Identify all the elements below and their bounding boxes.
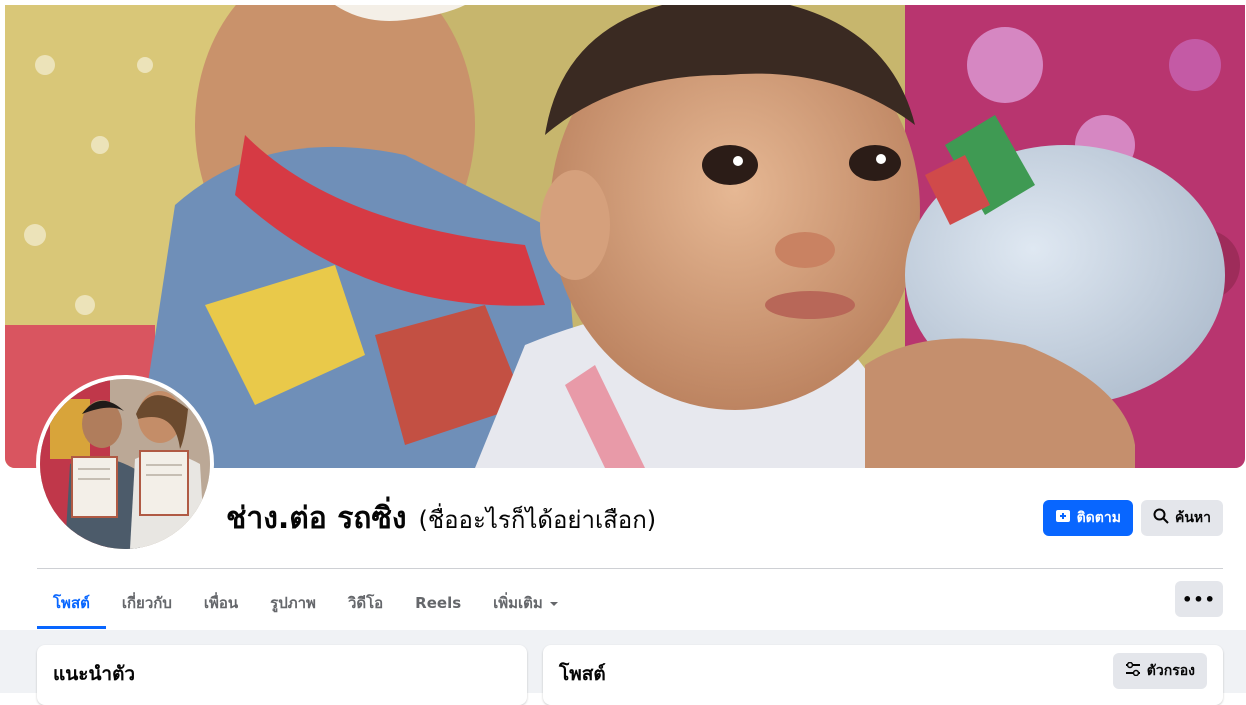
search-icon	[1153, 508, 1169, 528]
tab-label: เพื่อน	[203, 594, 239, 612]
posts-card-title: โพสต์	[559, 663, 606, 685]
tab-about[interactable]: เกี่ยวกับ	[106, 580, 188, 626]
tab-reels[interactable]: Reels	[399, 580, 477, 626]
profile-name-row: ช่าง.ต่อ รถซิ่ง (ชื่ออะไรก็ได้อย่าเสือก)	[226, 495, 656, 542]
search-button[interactable]: ค้นหา	[1140, 500, 1223, 536]
posts-card: โพสต์ ตัวกรอง	[543, 645, 1223, 705]
profile-name: ช่าง.ต่อ รถซิ่ง	[226, 501, 407, 536]
profile-photo	[40, 379, 210, 549]
tab-more[interactable]: เพิ่มเติม	[477, 580, 575, 626]
follow-button[interactable]: ติดตาม	[1042, 500, 1133, 536]
more-dots-icon: •••	[1182, 589, 1216, 609]
tab-videos[interactable]: วิดีโอ	[332, 580, 399, 626]
tab-label: โพสต์	[53, 594, 90, 612]
tab-friends[interactable]: เพื่อน	[188, 580, 254, 626]
header-divider	[37, 568, 1223, 569]
profile-alternate-name: (ชื่ออะไรก็ได้อย่าเสือก)	[418, 506, 657, 534]
tab-label: เพิ่มเติม	[493, 594, 543, 612]
tab-posts[interactable]: โพสต์	[37, 580, 106, 629]
profile-avatar[interactable]	[36, 375, 214, 553]
filter-button[interactable]: ตัวกรอง	[1112, 653, 1207, 689]
profile-tabs: โพสต์ เกี่ยวกับ เพื่อน รูปภาพ วิดีโอ Ree…	[37, 580, 575, 629]
tab-label: วิดีโอ	[347, 594, 384, 612]
follow-icon	[1055, 508, 1071, 528]
more-options-button[interactable]: •••	[1175, 581, 1223, 617]
intro-card: แนะนำตัว	[37, 645, 527, 705]
filter-label: ตัวกรอง	[1146, 663, 1195, 679]
cover-photo[interactable]	[5, 5, 1245, 468]
caret-down-icon	[549, 594, 559, 612]
intro-card-title: แนะนำตัว	[53, 663, 136, 685]
search-label: ค้นหา	[1174, 510, 1211, 526]
tab-label: รูปภาพ	[270, 594, 316, 612]
profile-actions: ติดตาม ค้นหา	[1042, 500, 1223, 536]
filter-icon	[1125, 661, 1141, 680]
tab-label: Reels	[415, 594, 462, 612]
tab-label: เกี่ยวกับ	[121, 594, 172, 612]
tab-photos[interactable]: รูปภาพ	[254, 580, 332, 626]
follow-label: ติดตาม	[1076, 510, 1121, 526]
